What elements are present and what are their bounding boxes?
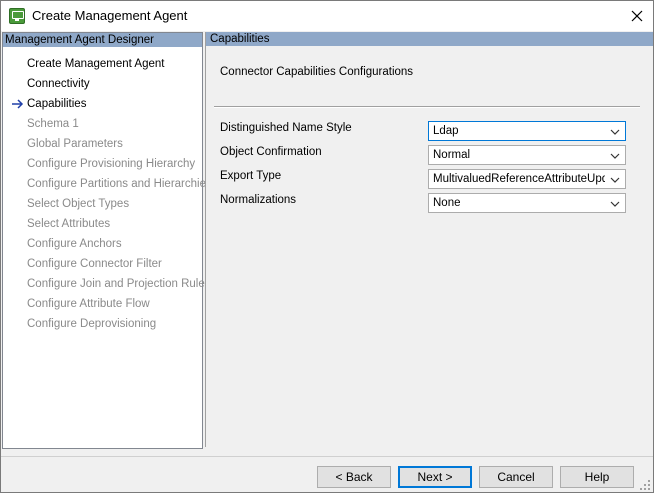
chevron-down-icon — [610, 201, 620, 207]
section-divider — [214, 106, 640, 108]
step-item-schema-1: Schema 1 — [27, 118, 79, 130]
chevron-down-icon — [610, 153, 620, 159]
resize-grip-icon[interactable] — [639, 479, 651, 491]
chevron-down-icon — [610, 129, 620, 135]
section-title: Connector Capabilities Configurations — [220, 66, 414, 78]
dialog-window: Create Management Agent Management Agent… — [0, 0, 654, 493]
close-button[interactable] — [621, 1, 653, 31]
title-bar: Create Management Agent — [1, 1, 653, 31]
close-icon — [631, 10, 643, 22]
step-item-configure-provisioning-hierarchy: Configure Provisioning Hierarchy — [27, 158, 196, 170]
step-item-select-attributes: Select Attributes — [27, 218, 111, 230]
normalizations-select[interactable]: None — [428, 193, 626, 213]
normalizations-label: Normalizations — [220, 194, 297, 206]
object-confirmation-value: Normal — [433, 149, 471, 161]
object-confirmation-select[interactable]: Normal — [428, 145, 626, 165]
management-agent-icon — [9, 8, 25, 24]
distinguished-name-style-select[interactable]: Ldap — [428, 121, 626, 141]
export-type-value: MultivaluedReferenceAttributeUpdate — [433, 173, 605, 185]
step-item-global-parameters: Global Parameters — [27, 138, 123, 150]
normalizations-value: None — [433, 197, 461, 209]
footer-divider — [1, 456, 653, 457]
step-item-configure-anchors: Configure Anchors — [27, 238, 122, 250]
arrow-right-icon — [12, 99, 24, 109]
export-type-select[interactable]: MultivaluedReferenceAttributeUpdate — [428, 169, 626, 189]
step-item-configure-attribute-flow: Configure Attribute Flow — [27, 298, 150, 310]
chevron-down-icon — [610, 177, 620, 183]
step-item-configure-partitions-and-hierarchies: Configure Partitions and Hierarchies — [27, 178, 212, 190]
step-item-connectivity[interactable]: Connectivity — [27, 75, 90, 93]
export-type-label: Export Type — [220, 170, 282, 182]
object-confirmation-label: Object Confirmation — [220, 146, 322, 158]
designer-steps-panel: Management Agent Designer Create Managem… — [2, 32, 212, 449]
capabilities-panel-header: Capabilities — [206, 32, 653, 46]
window-title: Create Management Agent — [32, 8, 188, 23]
step-item-configure-deprovisioning: Configure Deprovisioning — [27, 318, 157, 330]
cancel-button[interactable]: Cancel — [479, 466, 553, 488]
back-button[interactable]: < Back — [317, 466, 391, 488]
help-button[interactable]: Help — [560, 466, 634, 488]
distinguished-name-style-value: Ldap — [433, 125, 459, 137]
step-item-configure-join-and-projection-rules: Configure Join and Projection Rules — [27, 278, 211, 290]
next-button[interactable]: Next > — [398, 466, 472, 488]
step-item-configure-connector-filter: Configure Connector Filter — [27, 258, 162, 270]
step-item-capabilities[interactable]: Capabilities — [27, 95, 86, 113]
capabilities-panel: Capabilities Connector Capabilities Conf… — [205, 32, 653, 447]
step-item-select-object-types: Select Object Types — [27, 198, 130, 210]
designer-panel-header: Management Agent Designer — [3, 33, 202, 47]
distinguished-name-style-label: Distinguished Name Style — [220, 122, 352, 134]
step-item-create-management-agent[interactable]: Create Management Agent — [27, 55, 164, 73]
